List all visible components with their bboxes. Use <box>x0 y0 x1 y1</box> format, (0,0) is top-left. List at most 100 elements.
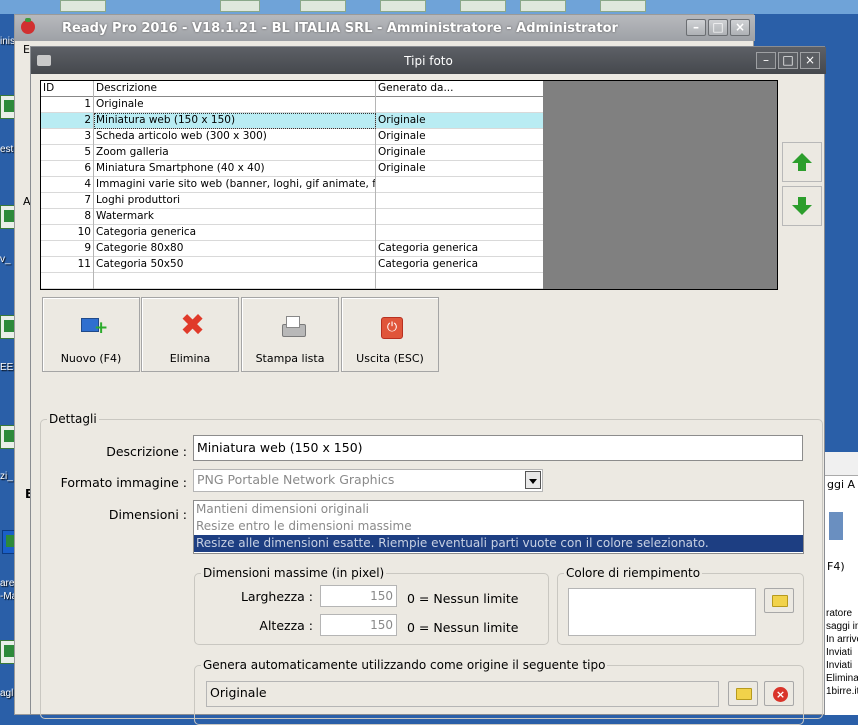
cell-id[interactable]: 7 <box>41 193 94 209</box>
cell-id[interactable]: 3 <box>41 129 94 145</box>
cell-id[interactable] <box>41 273 94 289</box>
table-row[interactable]: 10 Categoria generica <box>41 225 543 241</box>
mail-folder-item[interactable]: Inviati <box>826 659 858 672</box>
cell-description[interactable]: Watermark <box>94 209 376 225</box>
cell-description[interactable]: Categoria 50x50 <box>94 257 376 273</box>
cell-generated-from[interactable] <box>376 225 543 241</box>
mail-folder-item[interactable]: In arrivo <box>826 633 858 646</box>
dimension-option[interactable]: Resize entro le dimensioni massime <box>194 518 803 535</box>
dialog-minimize-button[interactable]: – <box>756 52 776 69</box>
cell-id[interactable]: 8 <box>41 209 94 225</box>
fill-color-swatch[interactable] <box>568 588 756 636</box>
cell-id[interactable]: 2 <box>41 113 94 129</box>
main-app-titlebar[interactable]: Ready Pro 2016 - V18.1.21 - BL ITALIA SR… <box>15 15 755 41</box>
mail-folder-item[interactable]: saggi in <box>826 620 858 633</box>
cell-description[interactable]: Originale <box>94 97 376 113</box>
mail-folder-item[interactable]: Elimina <box>826 672 858 685</box>
cell-generated-from[interactable]: Originale <box>376 145 543 161</box>
column-header-description[interactable]: Descrizione <box>94 81 376 97</box>
fill-color-browse-button[interactable] <box>764 588 794 613</box>
origin-type-field[interactable]: Originale <box>206 681 719 707</box>
new-button[interactable]: Nuovo (F4) <box>42 297 140 372</box>
cell-id[interactable]: 1 <box>41 97 94 113</box>
cell-generated-from[interactable]: Originale <box>376 129 543 145</box>
cell-generated-from[interactable] <box>376 177 543 193</box>
cell-description[interactable] <box>94 273 376 289</box>
description-input[interactable]: Miniatura web (150 x 150) <box>193 435 803 461</box>
cell-generated-from[interactable]: Categoria generica <box>376 241 543 257</box>
table-row[interactable]: 8 Watermark <box>41 209 543 225</box>
grid-header: ID Descrizione Generato da... <box>41 81 543 97</box>
exit-button[interactable]: ⏻ Uscita (ESC) <box>341 297 439 372</box>
close-button[interactable]: × <box>730 19 750 36</box>
cell-description[interactable]: Immagini varie sito web (banner, loghi, … <box>94 177 376 193</box>
cell-description[interactable]: Miniatura Smartphone (40 x 40) <box>94 161 376 177</box>
delete-button[interactable]: ✖ Elimina <box>141 297 239 372</box>
dialog-titlebar[interactable]: Tipi foto – □ × <box>31 47 826 74</box>
table-row[interactable] <box>41 273 543 289</box>
minimize-button[interactable]: – <box>686 19 706 36</box>
cell-id[interactable]: 6 <box>41 161 94 177</box>
cell-id[interactable]: 5 <box>41 145 94 161</box>
cell-generated-from[interactable] <box>376 97 543 113</box>
move-up-button[interactable] <box>782 142 822 182</box>
dialog-maximize-button[interactable]: □ <box>778 52 798 69</box>
cell-description[interactable]: Miniatura web (150 x 150) <box>94 113 376 129</box>
cell-generated-from[interactable]: Originale <box>376 161 543 177</box>
mail-folder-item[interactable]: ratore <box>826 607 858 620</box>
photo-types-grid[interactable]: ID Descrizione Generato da... 1 Originale… <box>40 80 544 290</box>
desktop-icon[interactable] <box>460 0 506 12</box>
mail-window-menu[interactable]: ggi A <box>827 478 855 491</box>
desktop-icon[interactable] <box>600 0 646 12</box>
table-row[interactable]: 4 Immagini varie sito web (banner, loghi,… <box>41 177 543 193</box>
dimension-option[interactable]: Mantieni dimensioni originali <box>194 501 803 518</box>
menu-file[interactable]: E <box>23 43 30 56</box>
column-header-generated-from[interactable]: Generato da... <box>376 81 543 97</box>
table-row[interactable]: 7 Loghi produttori <box>41 193 543 209</box>
maximize-button[interactable]: □ <box>708 19 728 36</box>
table-row[interactable]: 5 Zoom galleria Originale <box>41 145 543 161</box>
table-row[interactable]: 6 Miniatura Smartphone (40 x 40) Originale <box>41 161 543 177</box>
desktop-icon[interactable] <box>520 0 566 12</box>
cell-generated-from[interactable] <box>376 193 543 209</box>
cell-generated-from[interactable]: Originale <box>376 113 543 129</box>
delete-button-label: Elimina <box>169 352 211 365</box>
cell-generated-from[interactable]: Categoria generica <box>376 257 543 273</box>
width-input[interactable]: 150 <box>320 585 397 607</box>
origin-clear-button[interactable]: × <box>764 681 794 706</box>
dimensions-list[interactable]: Mantieni dimensioni originali Resize ent… <box>193 500 804 554</box>
cell-id[interactable]: 10 <box>41 225 94 241</box>
desktop-icon[interactable] <box>380 0 426 12</box>
move-down-button[interactable] <box>782 186 822 226</box>
desktop-icon[interactable] <box>220 0 260 12</box>
cell-generated-from[interactable] <box>376 209 543 225</box>
cell-description[interactable]: Scheda articolo web (300 x 300) <box>94 129 376 145</box>
mail-folder-item[interactable]: Inviati <box>826 646 858 659</box>
table-row[interactable]: 2 Miniatura web (150 x 150) Originale <box>41 113 543 129</box>
dialog-close-button[interactable]: × <box>800 52 820 69</box>
table-row[interactable]: 3 Scheda articolo web (300 x 300) Original… <box>41 129 543 145</box>
desktop-label: inis <box>0 36 16 47</box>
column-header-id[interactable]: ID <box>41 81 94 97</box>
table-row[interactable]: 9 Categorie 80x80 Categoria generica <box>41 241 543 257</box>
origin-browse-button[interactable] <box>728 681 758 706</box>
table-row[interactable]: 11 Categoria 50x50 Categoria generica <box>41 257 543 273</box>
desktop-icon[interactable] <box>60 0 106 12</box>
cell-id[interactable]: 9 <box>41 241 94 257</box>
print-list-button[interactable]: Stampa lista <box>241 297 339 372</box>
cell-description[interactable]: Loghi produttori <box>94 193 376 209</box>
height-input[interactable]: 150 <box>320 614 397 636</box>
cell-description[interactable]: Zoom galleria <box>94 145 376 161</box>
cancel-icon: × <box>773 687 788 702</box>
chevron-down-icon[interactable] <box>525 471 541 489</box>
cell-description[interactable]: Categoria generica <box>94 225 376 241</box>
dimension-option-selected[interactable]: Resize alle dimensioni esatte. Riempie e… <box>194 535 803 552</box>
table-row[interactable]: 1 Originale <box>41 97 543 113</box>
cell-id[interactable]: 4 <box>41 177 94 193</box>
cell-description[interactable]: Categorie 80x80 <box>94 241 376 257</box>
mail-folder-item[interactable]: 1birre.it <box>826 685 858 698</box>
cell-generated-from[interactable] <box>376 273 543 289</box>
image-format-select[interactable]: PNG Portable Network Graphics <box>193 469 543 492</box>
cell-id[interactable]: 11 <box>41 257 94 273</box>
desktop-icon[interactable] <box>300 0 346 12</box>
